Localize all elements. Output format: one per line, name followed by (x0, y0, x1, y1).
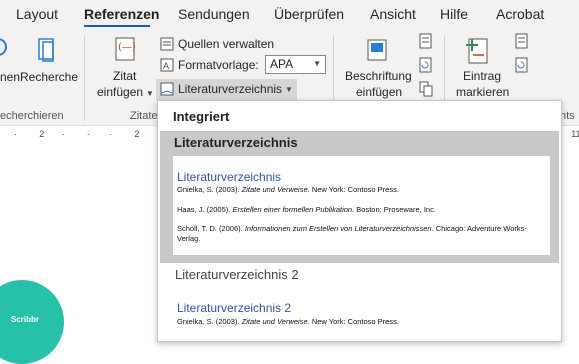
update-table-icon[interactable] (418, 57, 434, 73)
chevron-down-icon: ▼ (285, 84, 293, 94)
tab-acrobat[interactable]: Acrobat (496, 6, 544, 22)
style-label-row: A Formatvorlage: (160, 56, 259, 74)
manage-sources-icon (160, 37, 174, 51)
preview-entry: Scholl, T. D. (2006). Informationen zum … (177, 224, 527, 243)
preview-entry: Gnielka, S. (2003). Zitate und Verweise.… (177, 185, 399, 194)
preview-heading: Literaturverzeichnis (177, 170, 282, 184)
insert-caption-line1[interactable]: Beschriftung (345, 69, 412, 84)
insert-caption-line2[interactable]: einfügen (356, 85, 402, 100)
gallery-item-preview: Literaturverzeichnis Gnielka, S. (2003).… (173, 156, 550, 255)
insert-citation-line1[interactable]: Zitat (113, 69, 136, 84)
mark-entry-icon (466, 38, 488, 64)
style-select-value: APA (270, 57, 294, 71)
ruler-mark: · (86, 129, 90, 139)
style-icon: A (160, 58, 174, 72)
ruler-mark: 2 (134, 129, 140, 139)
ruler-mark: 11 (571, 129, 579, 139)
insert-caption-icon (367, 39, 387, 61)
preview-heading: Literaturverzeichnis 2 (177, 301, 292, 315)
ribbon-tab-bar: Layout Referenzen Sendungen Überprüfen A… (0, 0, 579, 28)
group-label-research: echerchieren (0, 110, 64, 122)
researcher-button-label[interactable]: nen (0, 70, 20, 85)
gallery-section-header: Integriert (173, 109, 230, 124)
gallery-item-2-preview[interactable]: Literaturverzeichnis 2 Gnielka, S. (2003… (173, 293, 550, 341)
style-select[interactable]: APA ▼ (265, 55, 326, 74)
researcher-icon (0, 38, 7, 56)
tab-hilfe[interactable]: Hilfe (440, 6, 468, 22)
manage-sources-label: Quellen verwalten (178, 37, 275, 51)
update-index-icon[interactable] (514, 57, 530, 73)
insert-table-of-figures-icon[interactable] (418, 33, 434, 49)
mark-entry-line2[interactable]: markieren (456, 85, 509, 100)
search-document-icon (38, 38, 54, 62)
group-label-citations: Zitate (130, 110, 158, 122)
insert-citation-icon: (—) (115, 37, 136, 61)
ruler-mark: · (61, 129, 65, 139)
bibliography-gallery: Integriert Literaturverzeichnis Literatu… (157, 100, 562, 342)
tab-layout[interactable]: Layout (16, 6, 58, 22)
bibliography-button[interactable]: Literaturverzeichnis ▼ (160, 80, 293, 98)
mark-entry-line1[interactable]: Eintrag (463, 69, 501, 84)
svg-text:A: A (163, 62, 170, 72)
tab-ansicht[interactable]: Ansicht (370, 6, 416, 22)
svg-text:(—): (—) (118, 42, 136, 53)
bibliography-label: Literaturverzeichnis (178, 82, 283, 96)
preview-entry: Gnielka, S. (2003). Zitate und Verweise.… (177, 317, 399, 326)
tab-sendungen[interactable]: Sendungen (178, 6, 250, 22)
style-label: Formatvorlage: (178, 58, 259, 72)
scribbr-label: Scribbr (11, 315, 40, 324)
gallery-item-title: Literaturverzeichnis (174, 135, 298, 150)
tab-ueberpruefen[interactable]: Überprüfen (274, 6, 344, 22)
gallery-item-2-title[interactable]: Literaturverzeichnis 2 (175, 267, 299, 282)
chevron-down-icon: ▼ (313, 59, 321, 68)
preview-entry: Haas, J. (2005). Erstellen einer formell… (177, 205, 436, 214)
tab-referenzen[interactable]: Referenzen (84, 6, 159, 22)
group-label-authorities: hts (560, 110, 575, 122)
ruler-mark: 2 (39, 129, 45, 139)
bibliography-icon (160, 82, 174, 96)
manage-sources-button[interactable]: Quellen verwalten (160, 35, 274, 53)
search-button-label[interactable]: Recherche (20, 70, 78, 85)
gallery-item-bibliography[interactable]: Literaturverzeichnis Literaturverzeichni… (160, 131, 559, 263)
ruler-mark: · (109, 129, 113, 139)
insert-index-icon[interactable] (514, 33, 530, 49)
ribbon-separator (84, 35, 85, 121)
cross-reference-icon[interactable] (418, 81, 434, 97)
insert-citation-line2[interactable]: einfügen ▼ (97, 85, 154, 101)
ruler-mark: · (14, 129, 17, 139)
